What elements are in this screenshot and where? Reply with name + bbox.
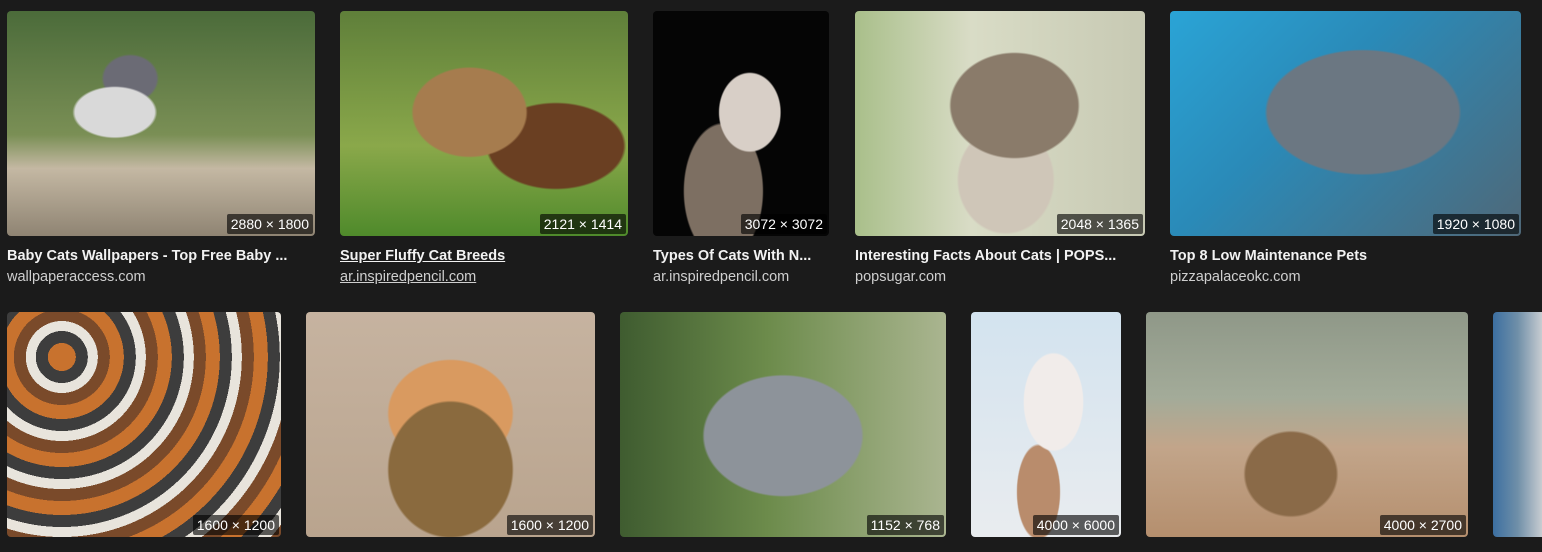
photo-thumbnail-icon (620, 312, 946, 537)
photo-thumbnail-icon (1170, 11, 1521, 236)
result-title-2[interactable]: Super Fluffy Cat Breeds (340, 247, 628, 265)
result-title-1[interactable]: Baby Cats Wallpapers - Top Free Baby ... (7, 247, 315, 265)
photo-thumbnail-icon (1146, 312, 1468, 537)
photo-thumbnail-icon (855, 11, 1145, 236)
result-source-1[interactable]: wallpaperaccess.com (7, 268, 315, 286)
image-dimensions: 2880 × 1800 (226, 214, 313, 234)
photo-thumbnail-icon (7, 11, 315, 236)
result-image-4[interactable]: 2048 × 1365 (855, 11, 1145, 236)
result-image-10[interactable]: 4000 × 2700 (1146, 312, 1468, 537)
photo-thumbnail-icon (971, 312, 1121, 537)
result-title-5[interactable]: Top 8 Low Maintenance Pets (1170, 247, 1521, 265)
image-dimensions: 4000 × 2700 (1379, 515, 1466, 535)
result-image-9[interactable]: 4000 × 6000 (971, 312, 1121, 537)
result-image-1[interactable]: 2880 × 1800 (7, 11, 315, 236)
result-image-8[interactable]: 1152 × 768 (620, 312, 946, 537)
image-dimensions: 2048 × 1365 (1056, 214, 1143, 234)
result-source-5[interactable]: pizzapalaceokc.com (1170, 268, 1521, 286)
result-card-11[interactable] (1493, 312, 1542, 537)
result-card-4[interactable]: 2048 × 1365 Interesting Facts About Cats… (855, 11, 1145, 291)
result-image-2[interactable]: 2121 × 1414 (340, 11, 628, 236)
result-card-10[interactable]: 4000 × 2700 (1146, 312, 1468, 537)
result-image-3[interactable]: 3072 × 3072 (653, 11, 829, 236)
photo-thumbnail-icon (653, 11, 829, 236)
image-dimensions: 1600 × 1200 (506, 515, 593, 535)
result-card-6[interactable]: 1600 × 1200 (7, 312, 281, 537)
result-card-3[interactable]: 3072 × 3072 Types Of Cats With N... ar.i… (653, 11, 829, 291)
image-dimensions: 3072 × 3072 (740, 214, 827, 234)
photo-thumbnail-icon (306, 312, 595, 537)
result-image-6[interactable]: 1600 × 1200 (7, 312, 281, 537)
result-image-11[interactable] (1493, 312, 1542, 537)
result-card-1[interactable]: 2880 × 1800 Baby Cats Wallpapers - Top F… (7, 11, 315, 291)
image-dimensions: 1152 × 768 (866, 515, 944, 535)
result-source-2[interactable]: ar.inspiredpencil.com (340, 268, 628, 286)
photo-thumbnail-icon (7, 312, 281, 537)
result-source-3[interactable]: ar.inspiredpencil.com (653, 268, 829, 286)
result-source-4[interactable]: popsugar.com (855, 268, 1145, 286)
image-dimensions: 1600 × 1200 (192, 515, 279, 535)
result-card-5[interactable]: 1920 × 1080 Top 8 Low Maintenance Pets p… (1170, 11, 1521, 291)
image-dimensions: 1920 × 1080 (1432, 214, 1519, 234)
result-card-2[interactable]: 2121 × 1414 Super Fluffy Cat Breeds ar.i… (340, 11, 628, 291)
result-card-7[interactable]: 1600 × 1200 (306, 312, 595, 537)
result-card-9[interactable]: 4000 × 6000 (971, 312, 1121, 537)
result-title-4[interactable]: Interesting Facts About Cats | POPS... (855, 247, 1145, 265)
image-dimensions: 4000 × 6000 (1032, 515, 1119, 535)
photo-thumbnail-icon (340, 11, 628, 236)
image-dimensions: 2121 × 1414 (539, 214, 626, 234)
result-image-7[interactable]: 1600 × 1200 (306, 312, 595, 537)
result-card-8[interactable]: 1152 × 768 (620, 312, 946, 537)
result-title-3[interactable]: Types Of Cats With N... (653, 247, 829, 265)
result-image-5[interactable]: 1920 × 1080 (1170, 11, 1521, 236)
photo-thumbnail-icon (1493, 312, 1542, 537)
